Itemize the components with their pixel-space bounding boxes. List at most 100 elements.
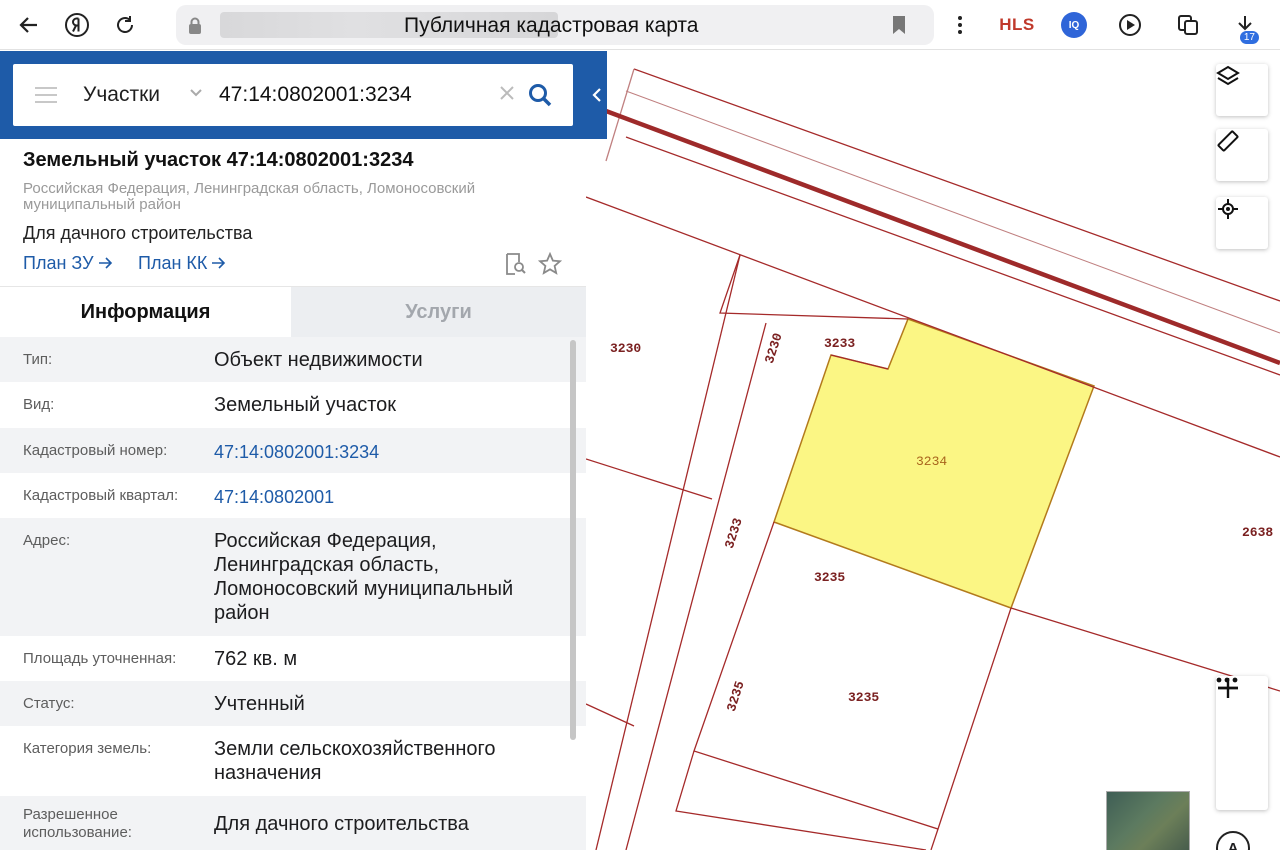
property-row: Кадастровый квартал: 47:14:0802001 <box>0 473 586 518</box>
parcel-use: Для дачного строительства <box>23 223 253 243</box>
property-row: Тип: Объект недвижимости <box>0 337 586 382</box>
yandex-button[interactable] <box>53 5 101 45</box>
cadastral-map[interactable]: 3230 3230 3233 3234 3233 2638 3235 3235 … <box>586 51 1280 850</box>
search-type-select[interactable]: Участки <box>83 83 160 107</box>
boundary-line <box>930 828 939 850</box>
plan-kk-label: План КК <box>138 253 208 273</box>
address-bar[interactable]: Публичная кадастровая карта <box>176 5 934 45</box>
bookmark-icon[interactable] <box>891 15 907 35</box>
clear-icon[interactable] <box>498 84 516 102</box>
yandex-logo-icon <box>65 12 89 37</box>
property-row: Разрешенное использование: Для дачного с… <box>0 796 586 850</box>
hls-extension-button[interactable]: HLS <box>997 5 1037 45</box>
boundary-line <box>675 750 927 850</box>
more-vertical-icon <box>958 16 962 34</box>
parcel-label: 3235 <box>848 690 879 705</box>
compass-icon: A <box>1227 839 1239 850</box>
property-key: Кадастровый номер: <box>23 442 168 459</box>
map-canvas[interactable]: 3230 3230 3233 3234 3233 2638 3235 3235 … <box>586 51 1280 850</box>
back-button[interactable] <box>5 5 53 45</box>
media-button[interactable] <box>1111 5 1151 45</box>
arrow-right-icon <box>212 257 226 269</box>
chevron-down-icon[interactable] <box>189 86 203 100</box>
lock-icon <box>189 17 201 34</box>
document-search-icon[interactable] <box>503 252 527 276</box>
locate-button[interactable] <box>1216 197 1268 249</box>
property-row: Статус: Учтенный <box>0 681 586 726</box>
collections-button[interactable] <box>1168 5 1208 45</box>
zoom-out-icon[interactable] <box>1216 676 1240 700</box>
search-input[interactable] <box>219 78 489 112</box>
menu-button[interactable] <box>940 5 980 45</box>
downloads-button[interactable]: 17 <box>1225 5 1265 45</box>
chevron-left-icon <box>591 88 601 102</box>
boundary-line <box>586 458 713 500</box>
hamburger-icon[interactable] <box>35 85 57 105</box>
properties-list: Тип: Объект недвижимости Вид: Земельный … <box>0 337 586 850</box>
downloads-badge: 17 <box>1239 31 1259 44</box>
arrow-right-icon <box>98 257 112 269</box>
browser-toolbar: Публичная кадастровая карта HLS IQ 17 <box>0 0 1280 50</box>
scrollbar[interactable] <box>570 340 576 740</box>
iq-extension-button[interactable]: IQ <box>1054 5 1094 45</box>
plan-kk-link[interactable]: План КК <box>138 253 226 274</box>
parcel-title: Земельный участок 47:14:0802001:3234 <box>23 149 414 171</box>
plan-zu-link[interactable]: План ЗУ <box>23 253 113 274</box>
boundary-line <box>625 322 767 850</box>
main-road-line <box>605 108 1280 366</box>
boundary-line <box>633 68 1280 302</box>
reload-icon <box>117 15 133 33</box>
property-row: Площадь уточненная: 762 кв. м <box>0 636 586 681</box>
cadastral-quarter-link[interactable]: 47:14:0802001 <box>214 485 559 509</box>
collections-icon <box>1178 15 1198 35</box>
property-key: Вид: <box>23 396 55 413</box>
satellite-layer-thumbnail[interactable] <box>1106 791 1190 850</box>
hls-extension-label: HLS <box>999 15 1035 34</box>
property-value: Учтенный <box>214 693 305 715</box>
property-value: Земельный участок <box>214 394 397 416</box>
iq-icon: IQ <box>1061 12 1087 38</box>
search-icon[interactable] <box>527 82 553 108</box>
parcel-label: 2638 <box>1242 525 1273 540</box>
parcel-label: 3234 <box>916 454 947 469</box>
locate-icon <box>1218 199 1238 219</box>
property-value: Объект недвижимости <box>214 349 423 371</box>
plan-zu-label: План ЗУ <box>23 253 94 273</box>
property-row: Категория земель: Земли сельскохозяйстве… <box>0 726 586 796</box>
play-icon <box>1119 14 1141 36</box>
property-row: Кадастровый номер: 47:14:0802001:3234 <box>0 428 586 473</box>
back-arrow-icon <box>19 16 37 33</box>
parcel-label: 3230 <box>610 341 641 356</box>
property-value: 762 кв. м <box>214 648 298 670</box>
search-header: Участки <box>0 51 586 139</box>
parcel-label: 3235 <box>814 570 845 585</box>
property-key: Адрес: <box>23 532 71 549</box>
parcel-label: 3235 <box>724 679 748 714</box>
property-key: Статус: <box>23 695 75 712</box>
page-title: Публичная кадастровая карта <box>404 14 699 37</box>
property-row: Адрес: Российская Федерация, Ленинградск… <box>0 518 586 636</box>
property-key: Категория земель: <box>23 740 152 757</box>
tab-information[interactable]: Информация <box>0 287 291 338</box>
boundary-line <box>719 254 909 320</box>
layers-button[interactable] <box>1216 64 1268 116</box>
star-icon[interactable] <box>538 252 562 276</box>
property-value: Для дачного строительства <box>214 813 469 835</box>
reload-button[interactable] <box>101 5 149 45</box>
tab-services[interactable]: Услуги <box>291 287 586 338</box>
parcel-label: 3230 <box>762 331 786 366</box>
parcel-label: 3233 <box>722 516 746 551</box>
layers-icon <box>1216 65 1240 86</box>
property-value: Земли сельскохозяйственного назначения <box>214 738 496 784</box>
property-value: Российская Федерация, Ленинградская обла… <box>214 530 514 624</box>
zoom-controls <box>1216 676 1268 810</box>
cadastral-number-link[interactable]: 47:14:0802001:3234 <box>214 440 559 464</box>
property-key: Площадь уточненная: <box>23 650 177 667</box>
property-key: Тип: <box>23 351 53 368</box>
property-key: Кадастровый квартал: <box>23 487 179 504</box>
collapse-panel-button[interactable] <box>586 51 607 139</box>
measure-button[interactable] <box>1216 129 1268 181</box>
property-row: Вид: Земельный участок <box>0 382 586 428</box>
parcel-label: 3233 <box>824 336 855 351</box>
boundary-line <box>625 90 1280 334</box>
